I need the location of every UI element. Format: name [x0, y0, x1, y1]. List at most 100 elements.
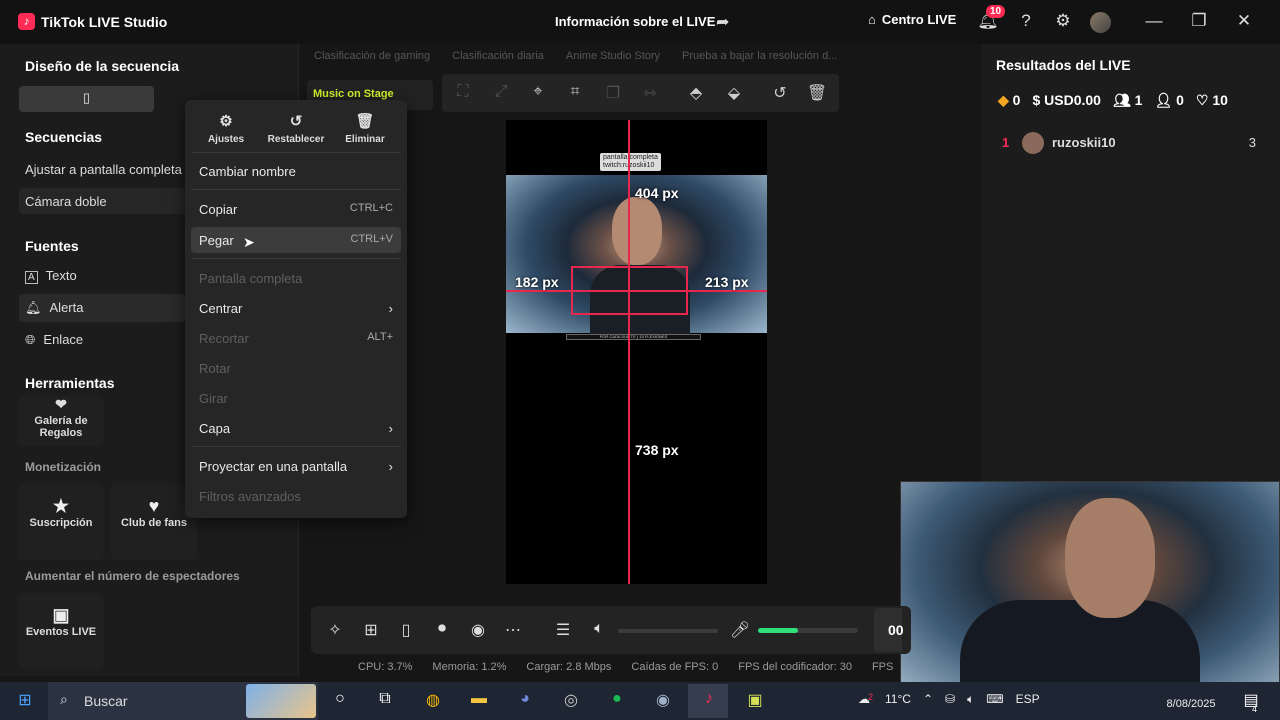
- avatar[interactable]: [1090, 12, 1111, 33]
- speaker-icon[interactable]: 🔈︎: [588, 620, 610, 638]
- volume-icon[interactable]: 🔈︎: [967, 692, 974, 707]
- gift-icon: ❤: [55, 396, 67, 412]
- menu-item-center[interactable]: Centrar ›: [191, 295, 401, 321]
- search-icon: ⌕: [60, 691, 68, 707]
- user-value: 3: [1248, 135, 1256, 150]
- reset-action[interactable]: ↺ Restablecer: [265, 112, 327, 145]
- windows-start-icon[interactable]: ⊞: [12, 690, 38, 712]
- menu-label: Cambiar nombre: [199, 164, 296, 179]
- keyboard-icon[interactable]: ⌨: [986, 692, 1003, 707]
- mixer-icon[interactable]: ☰: [552, 620, 574, 640]
- chrome-icon[interactable]: ◍: [420, 690, 446, 712]
- chevron-up-icon[interactable]: ⌃: [923, 692, 933, 707]
- menu-item-fullscreen: Pantalla completa: [191, 265, 401, 291]
- leaderboard-row[interactable]: 1 ruzoskii10 3: [998, 132, 1256, 154]
- menu-label: Filtros avanzados: [199, 489, 301, 504]
- source-item-link[interactable]: Enlace: [43, 332, 83, 347]
- menu-item-project[interactable]: Proyectar en una pantalla ›: [191, 453, 401, 479]
- close-icon[interactable]: ✕: [1233, 11, 1255, 31]
- mouse-cursor-icon: ➤: [243, 234, 255, 250]
- restore-icon[interactable]: ❐: [1188, 11, 1210, 31]
- tab-anime[interactable]: Anime Studio Story: [566, 50, 660, 62]
- star-icon: ★: [52, 496, 70, 516]
- measure-bottom: 738 px: [635, 442, 679, 458]
- sequence-item[interactable]: Cámara doble: [25, 194, 107, 209]
- help-icon[interactable]: ?: [1015, 11, 1037, 31]
- more-icon[interactable]: ⋯: [502, 620, 524, 640]
- expand-icon[interactable]: ⤢: [489, 83, 513, 101]
- centro-live-button[interactable]: ⌂ Centro LIVE: [868, 12, 956, 27]
- subscription-card[interactable]: ★ Suscripción: [18, 484, 104, 560]
- tiktok-live-icon[interactable]: ♪: [696, 690, 722, 712]
- text-icon: A: [25, 271, 38, 284]
- menu-item-rotate: Rotar: [191, 355, 401, 381]
- settings-action[interactable]: ⚙ Ajustes: [195, 112, 257, 145]
- fps-drops-status: Caídas de FPS: 0: [631, 661, 719, 673]
- tab-daily[interactable]: Clasificación diaria: [452, 50, 544, 62]
- undo-icon[interactable]: ↺: [768, 83, 792, 103]
- delete-action[interactable]: 🗑︎ Eliminar: [334, 112, 396, 145]
- menu-item-layer[interactable]: Capa ›: [191, 415, 401, 441]
- scene-add-icon[interactable]: ⊞: [360, 620, 382, 640]
- task-view-icon[interactable]: ⧉: [372, 690, 398, 712]
- selection-box[interactable]: [571, 266, 688, 315]
- menu-label: Proyectar en una pantalla: [199, 459, 348, 474]
- discord-icon[interactable]: ◕: [512, 690, 538, 712]
- gift-gallery-card[interactable]: ❤ Galería de Regalos: [18, 396, 104, 446]
- share-icon[interactable]: ➦: [716, 12, 729, 32]
- diamonds-count: 0: [1012, 92, 1021, 108]
- menu-item-copy[interactable]: Copiar CTRL+C: [191, 196, 401, 222]
- tab-resolution[interactable]: Prueba a bajar la resolución d...: [682, 50, 837, 62]
- crop-icon[interactable]: ⌗: [563, 83, 587, 101]
- menu-item-rename[interactable]: Cambiar nombre: [191, 158, 401, 184]
- target-icon[interactable]: ⌖: [526, 83, 550, 101]
- gear-icon[interactable]: ⚙: [1052, 11, 1074, 31]
- subscription-label: Suscripción: [29, 517, 93, 529]
- system-tray: ☁ 2 11°C ⌃ ⛁ 🔈︎ ⌨ ESP: [858, 692, 1040, 707]
- flip-icon[interactable]: ⇿: [638, 83, 662, 103]
- menu-item-crop: Recortar ALT+: [191, 325, 401, 351]
- bottom-text-strip: POR CADA SUB TE ( 10 FLEXIONES: [566, 334, 701, 340]
- source-item-alert[interactable]: Alerta: [50, 300, 84, 315]
- record-icon[interactable]: ⏺: [431, 620, 453, 638]
- measure-top: 404 px: [635, 185, 679, 201]
- obs-icon[interactable]: ◎: [558, 690, 584, 712]
- pes-icon[interactable]: ▣: [742, 690, 768, 712]
- layer-up-icon[interactable]: ⬘: [684, 83, 708, 103]
- file-explorer-icon[interactable]: ▬: [466, 690, 492, 712]
- home-icon: ⌂: [868, 12, 876, 27]
- duplicate-icon[interactable]: ❐: [601, 83, 625, 103]
- measure-right: 213 px: [705, 274, 749, 290]
- language-indicator[interactable]: ESP: [1016, 692, 1040, 707]
- temperature[interactable]: 11°C: [885, 692, 911, 707]
- search-placeholder: Buscar: [84, 693, 128, 709]
- broadcast-icon[interactable]: ◉: [467, 620, 489, 640]
- phone-icon[interactable]: ▯: [395, 620, 417, 640]
- fit-icon[interactable]: ⛶: [451, 83, 475, 101]
- steam-icon[interactable]: ◉: [650, 690, 676, 712]
- trash-icon[interactable]: 🗑︎: [805, 83, 829, 103]
- source-item-text[interactable]: Texto: [46, 268, 77, 283]
- phone-icon: ▯: [82, 90, 91, 105]
- magic-wand-icon[interactable]: ✧: [324, 620, 346, 640]
- tab-gaming[interactable]: Clasificación de gaming: [314, 50, 430, 62]
- live-info-title[interactable]: Información sobre el LIVE: [555, 14, 715, 29]
- network-icon[interactable]: ⛁: [945, 692, 955, 707]
- spotify-icon[interactable]: ●: [604, 690, 630, 712]
- minimize-icon[interactable]: —: [1143, 11, 1165, 31]
- portrait-layout-toggle[interactable]: ▯: [19, 86, 154, 112]
- volume-slider[interactable]: [618, 629, 718, 633]
- live-events-card[interactable]: ▣ Eventos LIVE: [18, 593, 104, 669]
- diamond-icon: ◆: [998, 92, 1009, 108]
- follower-icon: 👤︎: [1154, 92, 1173, 108]
- overlay-label-line: pantalla completa: [603, 154, 658, 161]
- cortana-icon[interactable]: ○: [327, 690, 353, 712]
- menu-label: Centrar: [199, 301, 243, 316]
- taskbar-clock[interactable]: 8/08/2025: [1162, 698, 1220, 710]
- layer-down-icon[interactable]: ⬙: [722, 83, 746, 103]
- menu-item-paste[interactable]: Pegar CTRL+V: [191, 227, 401, 253]
- sequence-item[interactable]: Ajustar a pantalla completa: [25, 162, 182, 177]
- shortcut-label: ALT+: [367, 331, 393, 343]
- notification-center-icon[interactable]: ▤: [1238, 690, 1264, 712]
- microphone-icon[interactable]: 🎤︎: [729, 620, 751, 640]
